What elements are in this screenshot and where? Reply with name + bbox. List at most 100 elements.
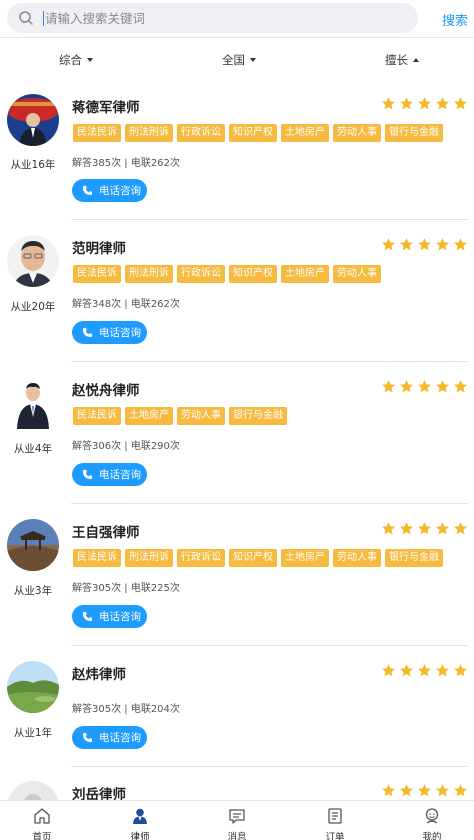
star-icon: [436, 522, 449, 535]
phone-icon: [82, 611, 93, 622]
lawyer-name[interactable]: 赵炜律师: [72, 663, 126, 683]
specialty-tag: 民法民诉: [73, 124, 121, 142]
avatar: [7, 377, 59, 429]
specialty-tag: 行政诉讼: [177, 549, 225, 567]
lawyer-card[interactable]: 从业16年 蒋德军律师 民法民诉 刑法刑诉 行政诉讼 知识产权 土地房产 劳动人事 银行与金…: [0, 79, 474, 220]
lawyer-card[interactable]: 从业3年 王自强律师 民法民诉 刑法刑诉 行政诉讼 知识产权 土地房产 劳动人事 银行与金融…: [0, 504, 474, 646]
search-button[interactable]: 搜索: [442, 10, 468, 29]
specialty-tag: 劳动人事: [177, 407, 225, 425]
lawyer-name[interactable]: 范明律师: [72, 237, 126, 257]
lawyer-name[interactable]: 蒋德军律师: [72, 96, 140, 116]
avatar: [7, 519, 59, 571]
star-icon: [382, 380, 395, 393]
consult-stats: 解答305次 | 电联225次: [72, 583, 180, 594]
years-of-practice: 从业4年: [13, 443, 53, 455]
years-of-practice: 从业3年: [13, 585, 53, 597]
star-icon: [382, 97, 395, 110]
specialty-tags: 民法民诉 刑法刑诉 行政诉讼 知识产权 土地房产 劳动人事 银行与金融: [73, 549, 443, 567]
phone-consult-button[interactable]: 电话咨询: [72, 605, 147, 628]
specialty-tags: 民法民诉 刑法刑诉 行政诉讼 知识产权 土地房产 劳动人事: [73, 265, 381, 283]
avatar: [7, 661, 59, 713]
star-icon: [418, 522, 431, 535]
star-icon: [418, 380, 431, 393]
star-icon: [400, 380, 413, 393]
star-icon: [418, 97, 431, 110]
filter-specialty-label: 擅长: [385, 53, 408, 67]
tab-messages[interactable]: 消息: [207, 801, 267, 840]
lawyer-name[interactable]: 王自强律师: [72, 521, 140, 541]
specialty-tag: 知识产权: [229, 549, 277, 567]
phone-icon: [82, 469, 93, 480]
tab-home-label: 首页: [32, 832, 52, 840]
phone-icon: [82, 185, 93, 196]
star-icon: [436, 380, 449, 393]
phone-consult-label: 电话咨询: [99, 185, 141, 197]
star-icon: [436, 97, 449, 110]
specialty-tag: 银行与金融: [385, 124, 443, 142]
message-icon: [229, 809, 245, 824]
star-icon: [382, 784, 395, 797]
phone-consult-button[interactable]: 电话咨询: [72, 321, 147, 344]
star-icon: [382, 238, 395, 251]
specialty-tag: 知识产权: [229, 124, 277, 142]
specialty-tag: 民法民诉: [73, 549, 121, 567]
lawyer-name[interactable]: 赵悦舟律师: [72, 379, 140, 399]
phone-consult-label: 电话咨询: [99, 469, 141, 481]
star-icon: [382, 664, 395, 677]
search-input[interactable]: [45, 7, 405, 29]
specialty-tag: 民法民诉: [73, 265, 121, 283]
tab-orders[interactable]: 订单: [305, 801, 365, 840]
star-icon: [436, 238, 449, 251]
star-icon: [400, 97, 413, 110]
specialty-tag: 行政诉讼: [177, 124, 225, 142]
rating-stars: [381, 96, 468, 111]
specialty-tag: 劳动人事: [333, 265, 381, 283]
specialty-tag: 银行与金融: [229, 407, 287, 425]
phone-consult-button[interactable]: 电话咨询: [72, 463, 147, 486]
tab-messages-label: 消息: [227, 832, 247, 840]
search-box[interactable]: [7, 3, 418, 33]
star-icon: [454, 522, 467, 535]
star-icon: [454, 238, 467, 251]
lawyer-card[interactable]: 从业20年 范明律师 民法民诉 刑法刑诉 行政诉讼 知识产权 土地房产 劳动人事 解答34…: [0, 220, 474, 362]
specialty-tags: 民法民诉 刑法刑诉 行政诉讼 知识产权 土地房产 劳动人事 银行与金融: [73, 124, 443, 142]
phone-consult-label: 电话咨询: [99, 327, 141, 339]
specialty-tag: 土地房产: [281, 124, 329, 142]
tab-lawyer[interactable]: 律师: [110, 801, 170, 840]
specialty-tag: 刑法刑诉: [125, 265, 173, 283]
filter-specialty[interactable]: 擅长: [385, 52, 419, 68]
rating-stars: [381, 379, 468, 394]
phone-consult-button[interactable]: 电话咨询: [72, 726, 147, 749]
avatar: [7, 235, 59, 287]
specialty-tag: 刑法刑诉: [125, 124, 173, 142]
consult-stats: 解答385次 | 电联262次: [72, 158, 180, 169]
filter-sort-label: 综合: [59, 53, 82, 67]
lawyer-icon: [133, 808, 147, 824]
phone-icon: [82, 732, 93, 743]
specialty-tag: 劳动人事: [333, 549, 381, 567]
rating-stars: [381, 663, 468, 678]
star-icon: [382, 522, 395, 535]
lawyer-card[interactable]: 从业1年 赵炜律师 解答305次 | 电联204次 电话咨询: [0, 646, 474, 767]
home-icon: [34, 808, 50, 824]
specialty-tag: 知识产权: [229, 265, 277, 283]
search-icon: [19, 11, 33, 25]
tab-profile[interactable]: 我的: [402, 801, 462, 840]
filter-region[interactable]: 全国: [222, 52, 256, 68]
specialty-tag: 土地房产: [281, 265, 329, 283]
chevron-down-icon: [250, 58, 256, 62]
star-icon: [400, 238, 413, 251]
star-icon: [454, 380, 467, 393]
specialty-tag: 土地房产: [125, 407, 173, 425]
filter-sort[interactable]: 综合: [59, 52, 93, 68]
rating-stars: [381, 237, 468, 252]
specialty-tag: 土地房产: [281, 549, 329, 567]
consult-stats: 解答306次 | 电联290次: [72, 441, 180, 452]
star-icon: [454, 97, 467, 110]
specialty-tag: 行政诉讼: [177, 265, 225, 283]
tab-home[interactable]: 首页: [12, 801, 72, 840]
phone-consult-button[interactable]: 电话咨询: [72, 179, 147, 202]
lawyer-card[interactable]: 从业4年 赵悦舟律师 民法民诉 土地房产 劳动人事 银行与金融 解答306次 | 电联…: [0, 362, 474, 504]
top-bar: 搜索: [0, 0, 474, 38]
phone-icon: [82, 327, 93, 338]
